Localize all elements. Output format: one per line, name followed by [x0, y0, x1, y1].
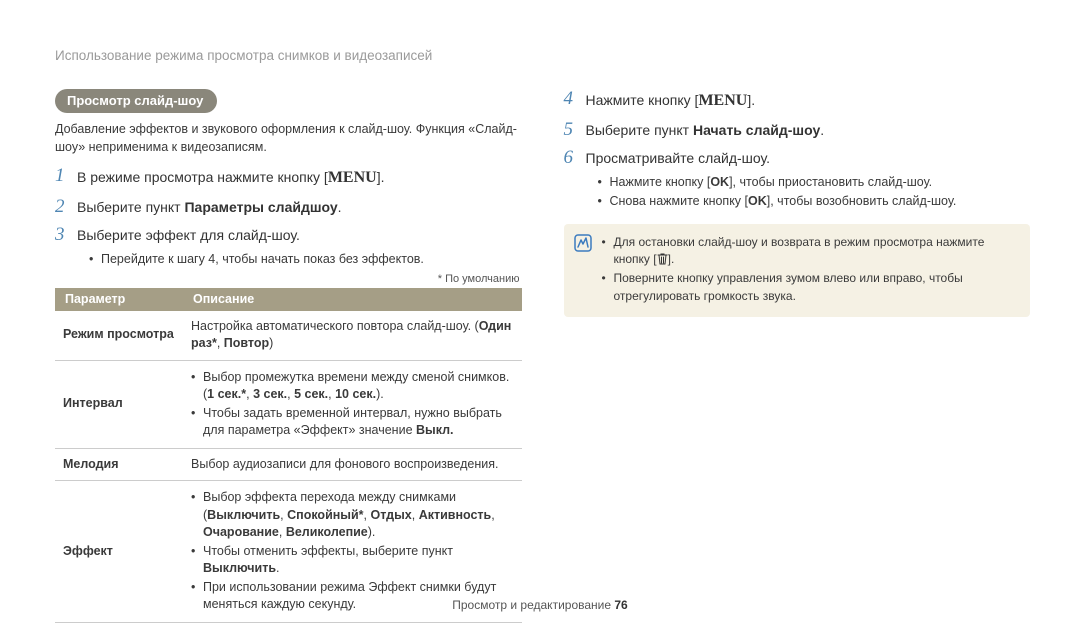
menu-icon: MENU [698, 92, 747, 109]
param-name: Режим просмотра [55, 311, 183, 361]
list-item: Чтобы задать временной интервал, нужно в… [191, 405, 514, 440]
page-number: 76 [614, 598, 627, 612]
step-6-sub: Нажмите кнопку [OK], чтобы приостановить… [598, 173, 1031, 209]
table-row: Интервал Выбор промежутка времени между … [55, 360, 522, 448]
step-text: В режиме просмотра нажмите кнопку [MENU]… [77, 166, 384, 189]
list-item: Выбор промежутка времени между сменой сн… [191, 369, 514, 404]
list-item: Перейдите к шагу 4, чтобы начать показ б… [89, 250, 522, 268]
param-name: Мелодия [55, 448, 183, 481]
list-item: Снова нажмите кнопку [OK], чтобы возобно… [598, 192, 1031, 210]
step-number: 2 [55, 197, 77, 218]
step-1: 1 В режиме просмотра нажмите кнопку [MEN… [55, 166, 522, 189]
intro-text: Добавление эффектов и звукового оформлен… [55, 121, 522, 156]
trash-icon [657, 253, 668, 270]
step-4: 4 Нажмите кнопку [MENU]. [564, 89, 1031, 112]
param-desc: Выбор промежутка времени между сменой сн… [183, 360, 522, 448]
list-item: Выбор эффекта перехода между снимками (В… [191, 489, 514, 542]
params-table: Параметр Описание Режим просмотра Настро… [55, 288, 522, 623]
list-item: Поверните кнопку управления зумом влево … [602, 270, 1017, 305]
breadcrumb: Использование режима просмотра снимков и… [55, 48, 1030, 63]
table-row: Режим просмотра Настройка автоматическог… [55, 311, 522, 361]
right-column: 4 Нажмите кнопку [MENU]. 5 Выберите пунк… [564, 89, 1031, 623]
list-item: Для остановки слайд-шоу и возврата в реж… [602, 234, 1017, 271]
step-text: Просматривайте слайд-шоу. [586, 148, 771, 168]
ok-icon: OK [710, 175, 729, 189]
step-number: 1 [55, 166, 77, 187]
list-item: Чтобы отменить эффекты, выберите пункт В… [191, 543, 514, 578]
list-item: Нажмите кнопку [OK], чтобы приостановить… [598, 173, 1031, 191]
menu-icon: MENU [328, 169, 377, 186]
step-5: 5 Выберите пункт Начать слайд-шоу. [564, 120, 1031, 141]
page-footer: Просмотр и редактирование 76 [0, 598, 1080, 612]
left-column: Просмотр слайд-шоу Добавление эффектов и… [55, 89, 522, 623]
step-text: Выберите эффект для слайд-шоу. [77, 225, 300, 245]
step-number: 4 [564, 89, 586, 110]
step-number: 5 [564, 120, 586, 141]
step-2: 2 Выберите пункт Параметры слайдшоу. [55, 197, 522, 218]
info-icon [574, 234, 592, 252]
param-name: Интервал [55, 360, 183, 448]
param-desc: Выбор аудиозаписи для фонового воспроизв… [183, 448, 522, 481]
step-number: 3 [55, 225, 77, 246]
th-param: Параметр [55, 288, 183, 311]
info-note-box: Для остановки слайд-шоу и возврата в реж… [564, 224, 1031, 318]
step-text: Выберите пункт Начать слайд-шоу. [586, 120, 825, 140]
ok-icon: OK [748, 194, 767, 208]
step-number: 6 [564, 148, 586, 169]
param-desc: Настройка автоматического повтора слайд-… [183, 311, 522, 361]
th-desc: Описание [183, 288, 522, 311]
step-text: Нажмите кнопку [MENU]. [586, 89, 756, 112]
default-note: * По умолчанию [55, 273, 520, 285]
step-3: 3 Выберите эффект для слайд-шоу. [55, 225, 522, 246]
step-text: Выберите пункт Параметры слайдшоу. [77, 197, 342, 217]
section-pill: Просмотр слайд-шоу [55, 89, 217, 113]
step-6: 6 Просматривайте слайд-шоу. [564, 148, 1031, 169]
step-3-sub: Перейдите к шагу 4, чтобы начать показ б… [89, 250, 522, 268]
table-row: Мелодия Выбор аудиозаписи для фонового в… [55, 448, 522, 481]
